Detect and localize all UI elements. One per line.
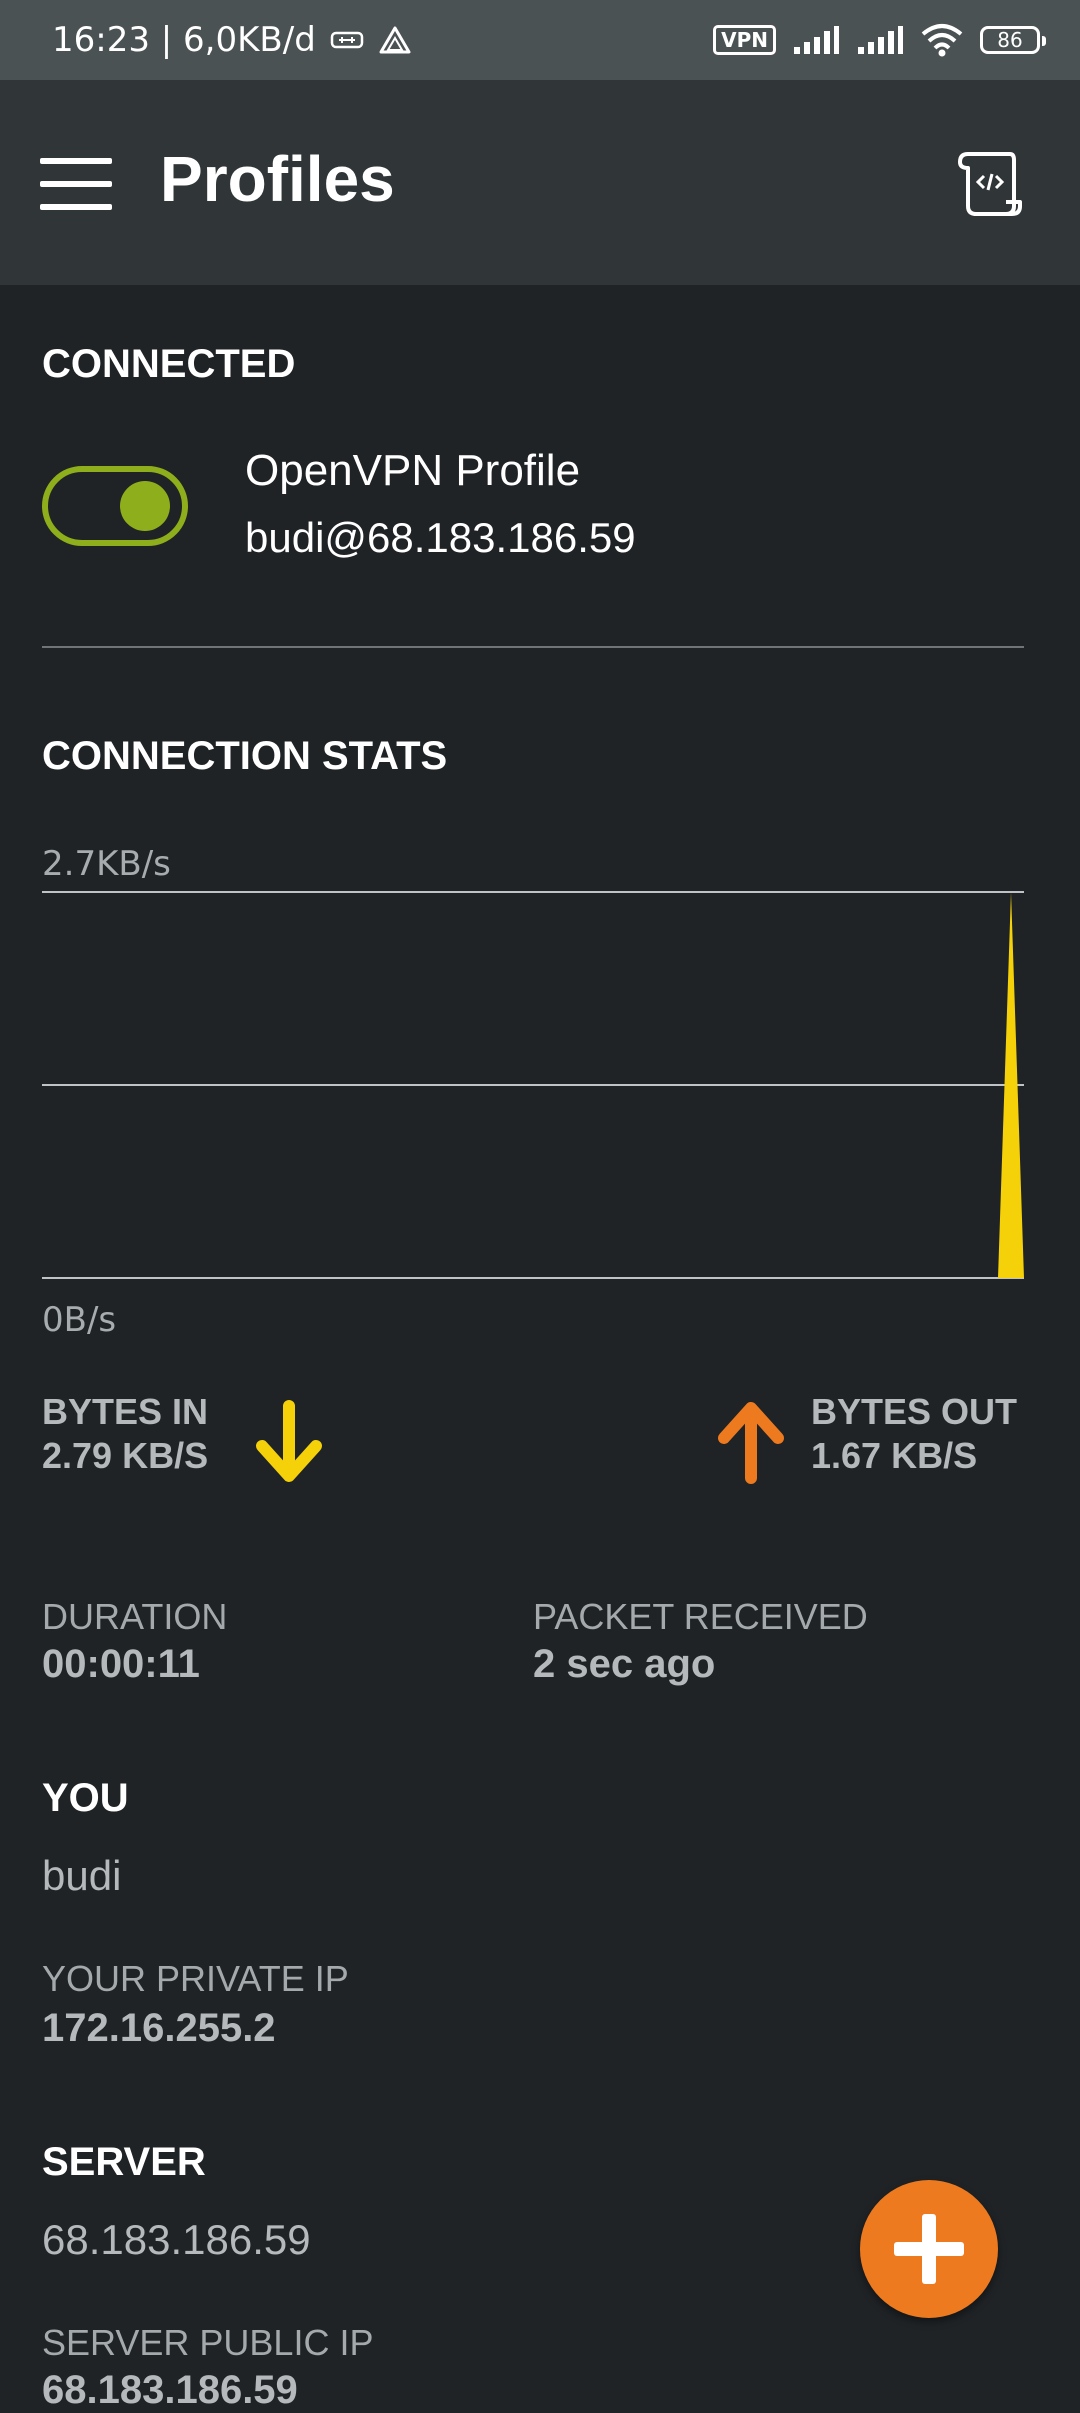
sd-card-icon	[330, 31, 364, 49]
chart-y-max-label: 2.7KB/s	[42, 844, 171, 884]
wifi-icon	[921, 24, 963, 57]
status-time: 16:23 | 6,0KB/d	[52, 20, 316, 60]
page-title: Profiles	[160, 143, 395, 215]
bytes-out-label: BYTES OUT	[811, 1391, 1018, 1432]
you-section-title: YOU	[42, 1776, 129, 1820]
vpn-connection-toggle[interactable]	[42, 466, 188, 546]
connection-stats-title: CONNECTION STATS	[42, 734, 448, 778]
status-bar: 16:23 | 6,0KB/d VPN 86	[0, 0, 1080, 80]
bytes-in-label: BYTES IN	[42, 1391, 209, 1432]
app-bar: Profiles	[0, 80, 1080, 285]
arrow-down-icon	[256, 1400, 322, 1482]
bytes-in-value: 2.79 KB/S	[42, 1435, 209, 1476]
bytes-out-value: 1.67 KB/S	[811, 1435, 978, 1476]
server-section-title: SERVER	[42, 2140, 206, 2184]
profile-user-host[interactable]: budi@68.183.186.59	[245, 514, 636, 562]
packet-received-label: PACKET RECEIVED	[533, 1596, 868, 1637]
connection-stats-chart	[42, 891, 1024, 1279]
bytes-out-stat: BYTES OUT 1.67 KB/S	[811, 1390, 1017, 1478]
server-public-ip-value: 68.183.186.59	[42, 2368, 298, 2412]
signal-icon	[794, 26, 839, 54]
bytes-in-stat: BYTES IN 2.79 KB/S	[42, 1390, 208, 1478]
packet-received-value: 2 sec ago	[533, 1642, 716, 1686]
server-public-ip-label: SERVER PUBLIC IP	[42, 2322, 374, 2363]
private-ip-value: 172.16.255.2	[42, 2006, 276, 2050]
server-value: 68.183.186.59	[42, 2216, 311, 2263]
hamburger-menu-icon[interactable]	[40, 158, 112, 210]
you-value: budi	[42, 1852, 122, 1899]
chart-y-min-label: 0B/s	[42, 1300, 117, 1340]
log-scroll-icon[interactable]	[954, 148, 1026, 220]
drive-icon	[379, 26, 411, 54]
connected-section-title: CONNECTED	[42, 342, 296, 386]
profile-name[interactable]: OpenVPN Profile	[245, 446, 580, 496]
divider	[42, 646, 1024, 648]
signal-icon-2	[858, 26, 903, 54]
add-profile-button[interactable]	[860, 2180, 998, 2318]
duration-value: 00:00:11	[42, 1642, 200, 1686]
battery-icon: 86	[980, 26, 1046, 54]
vpn-badge: VPN	[713, 25, 776, 55]
toggle-knob	[120, 481, 170, 531]
arrow-up-icon	[718, 1402, 784, 1484]
duration-label: DURATION	[42, 1596, 228, 1637]
private-ip-label: YOUR PRIVATE IP	[42, 1958, 349, 1999]
